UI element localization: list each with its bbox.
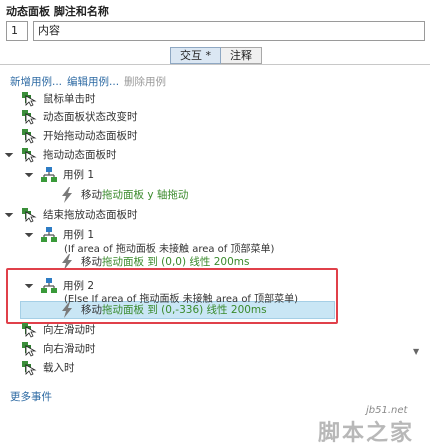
lightning-icon: [62, 254, 72, 270]
event-row[interactable]: 鼠标单击时: [21, 90, 96, 108]
event-label: 动态面板状态改变时: [43, 111, 138, 123]
event-row[interactable]: 结束拖放动态面板时: [21, 206, 138, 224]
action-row-selected[interactable]: 移动 拖动面板 到 (0,-336) 线性 200ms: [59, 301, 267, 319]
event-label: 向右滑动时: [43, 343, 96, 355]
hand-cursor-icon: [21, 109, 36, 125]
event-row[interactable]: 向左滑动时: [21, 321, 96, 339]
action-target: 拖动面板 到 (0,0) 线性 200ms: [102, 256, 250, 268]
footnote-field[interactable]: 1: [6, 21, 28, 41]
hand-cursor-icon: [21, 207, 36, 223]
tab-bar: 交互 * 注释: [170, 47, 262, 64]
lightning-icon: [62, 187, 72, 203]
case-actions: 新增用例... 编辑用例... 删除用例: [10, 74, 166, 89]
tab-notes[interactable]: 注释: [221, 47, 262, 64]
triangle-expanded-icon[interactable]: [24, 228, 34, 238]
event-label: 拖动动态面板时: [43, 149, 117, 161]
delete-case-link: 删除用例: [124, 76, 167, 88]
event-label: 向左滑动时: [43, 324, 96, 336]
event-label: 结束拖放动态面板时: [43, 209, 138, 221]
action-row[interactable]: 移动 拖动面板 到 (0,0) 线性 200ms: [59, 253, 249, 271]
case-tree-icon: [41, 278, 57, 294]
event-row[interactable]: 拖动动态面板时: [21, 146, 117, 164]
case-tree-icon: [41, 167, 57, 183]
triangle-expanded-icon[interactable]: [24, 279, 34, 289]
event-row[interactable]: 开始拖动动态面板时: [21, 127, 138, 145]
action-prefix: 移动: [81, 304, 102, 316]
hand-cursor-icon: [21, 341, 36, 357]
event-label: 开始拖动动态面板时: [43, 130, 138, 142]
action-prefix: 移动: [81, 189, 102, 201]
tab-interactions[interactable]: 交互 *: [170, 47, 221, 64]
divider: [0, 64, 430, 65]
hand-cursor-icon: [21, 147, 36, 163]
panel-title: 动态面板 脚注和名称: [6, 5, 109, 18]
case-row[interactable]: 用例 1: [41, 166, 94, 184]
new-case-link[interactable]: 新增用例...: [10, 74, 62, 89]
event-row[interactable]: 载入时: [21, 359, 75, 377]
hand-cursor-icon: [21, 322, 36, 338]
panel-name-field[interactable]: 内容: [33, 21, 425, 41]
triangle-expanded-icon[interactable]: [4, 208, 14, 218]
event-label: 载入时: [43, 362, 75, 374]
case-tree-icon: [41, 227, 57, 243]
hand-cursor-icon: [21, 91, 36, 107]
triangle-expanded-icon[interactable]: [24, 168, 34, 178]
hand-cursor-icon: [21, 360, 36, 376]
more-events-link[interactable]: 更多事件: [10, 389, 52, 404]
edit-case-link[interactable]: 编辑用例...: [67, 74, 119, 89]
action-prefix: 移动: [81, 256, 102, 268]
scroll-down-icon[interactable]: ▼: [413, 347, 419, 356]
action-target: 拖动面板 到 (0,-336) 线性 200ms: [102, 304, 267, 316]
event-row[interactable]: 向右滑动时: [21, 340, 96, 358]
lightning-icon: [62, 302, 72, 318]
hand-cursor-icon: [21, 128, 36, 144]
event-label: 鼠标单击时: [43, 93, 96, 105]
watermark-text: 脚本之家: [318, 421, 415, 445]
triangle-expanded-icon[interactable]: [4, 148, 14, 158]
action-row[interactable]: 移动 拖动面板 y 轴拖动: [59, 186, 188, 204]
case-label: 用例 1: [63, 169, 95, 181]
event-row[interactable]: 动态面板状态改变时: [21, 108, 138, 126]
action-target: 拖动面板 y 轴拖动: [102, 189, 189, 201]
